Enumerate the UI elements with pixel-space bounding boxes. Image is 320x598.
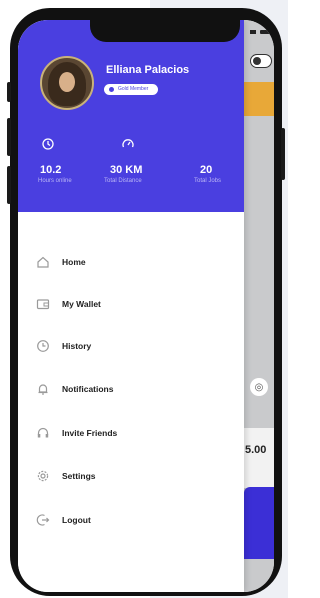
phone-screen: ◎ 5.00 Elliana Palacios Gold Member 10.2 [18,20,274,592]
locate-icon[interactable]: ◎ [250,378,268,396]
menu-item-wallet[interactable]: My Wallet [36,294,101,314]
fare-price: 5.00 [245,444,267,456]
home-icon [37,256,49,268]
menu-label: Settings [62,471,96,481]
menu-label: Logout [62,515,91,525]
fare-card [244,428,274,488]
stat-label: Total Distance [104,178,142,184]
menu-label: Notifications [62,384,114,394]
status-banner [244,82,274,116]
logout-icon [36,514,50,526]
bell-icon [38,384,48,395]
battery-icon [260,30,272,34]
menu-item-logout[interactable]: Logout [36,510,91,530]
wifi-icon [250,30,256,34]
headset-icon [37,427,49,438]
menu-item-notifications[interactable]: Notifications [36,379,113,399]
menu-item-settings[interactable]: Settings [36,466,96,486]
stat-label: Total Jobs [194,178,222,184]
navigation-drawer: Elliana Palacios Gold Member 10.2 Hours … [18,20,244,592]
menu-label: Home [62,257,86,267]
stat-value: 10.2 [40,164,62,176]
volume-up-button [7,118,11,156]
clock-icon [42,138,54,150]
menu-label: My Wallet [62,299,101,309]
avatar[interactable] [40,56,94,110]
speedometer-icon [122,139,134,148]
online-toggle[interactable] [250,54,272,68]
stat-value: 20 [200,164,213,176]
menu-item-invite-friends[interactable]: Invite Friends [36,423,117,443]
member-badge: Gold Member [104,84,159,95]
stat-label: Hours online [38,178,72,184]
member-badge-label: Gold Member [118,86,149,92]
history-icon [37,340,49,352]
mute-switch [7,82,11,102]
user-name: Elliana Palacios [106,64,190,76]
menu-item-home[interactable]: Home [36,252,86,272]
volume-down-button [7,166,11,204]
menu-label: Invite Friends [62,428,118,438]
gear-icon [37,470,49,482]
menu-item-history[interactable]: History [36,336,91,356]
drawer-header: Elliana Palacios Gold Member 10.2 Hours … [18,20,244,212]
action-button[interactable] [244,487,274,559]
notch [90,20,240,42]
stat-value: 30 KM [110,164,143,176]
wallet-icon [36,299,50,310]
menu-label: History [62,341,92,351]
power-button [281,128,285,180]
badge-dot-icon [109,87,114,92]
